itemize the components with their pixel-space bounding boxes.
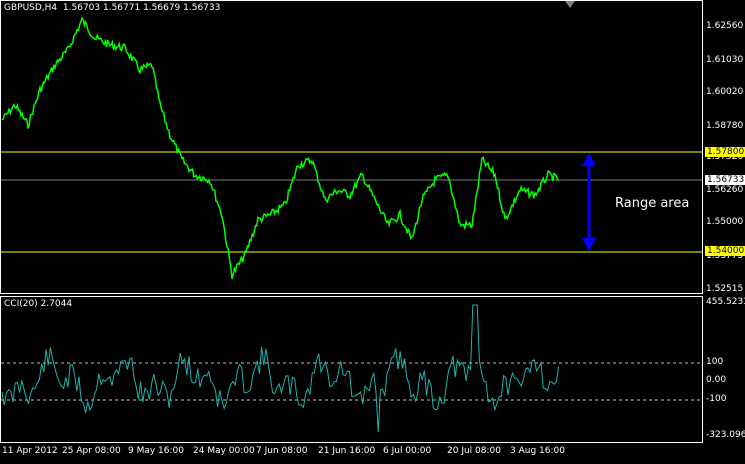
price-series-line (1, 16, 560, 280)
time-tick-label: 21 Jun 16:00 (318, 446, 376, 456)
cci-series-line (1, 304, 560, 433)
time-tick-label: 3 Aug 16:00 (510, 446, 565, 456)
time-tick-label: 7 Jun 08:00 (256, 446, 308, 456)
symbol-header: GBPUSD,H4 1.56703 1.56771 1.56679 1.5673… (4, 3, 220, 14)
ohlc-label: 1.56703 1.56771 1.56679 1.56733 (62, 3, 221, 13)
range-bottom-price-tag: 1.54000 (705, 246, 745, 256)
cci-line (1, 304, 560, 433)
cci-header: CCI(20) 2.7044 (4, 299, 72, 310)
cci-name-label: CCI(20) (4, 299, 38, 309)
chart-canvas[interactable] (0, 0, 745, 461)
cci-tick-label: 100 (706, 357, 724, 367)
symbol-label: GBPUSD,H4 (4, 3, 58, 13)
cci-tick-label: 455.5233 (706, 297, 745, 307)
time-tick-label: 20 Jul 08:00 (447, 446, 501, 456)
price-tick-label: 1.62560 (706, 21, 744, 31)
cci-value-label: 2.7044 (40, 299, 73, 309)
chart-shift-marker-icon[interactable] (565, 1, 575, 8)
cci-tick-label: 0.00 (706, 375, 727, 385)
cci-pane-frame (0, 296, 703, 443)
time-tick-label: 11 Apr 2012 (2, 446, 58, 456)
price-tick-label: 1.58780 (706, 121, 744, 131)
time-tick-label: 24 May 00:00 (193, 446, 255, 456)
time-tick-label: 9 May 16:00 (128, 446, 184, 456)
price-tick-label: 1.61030 (706, 55, 744, 65)
chart-window[interactable]: GBPUSD,H4 1.56703 1.56771 1.56679 1.5673… (0, 0, 745, 461)
price-tick-label: 1.55000 (706, 217, 744, 227)
price-tick-label: 1.52515 (706, 284, 744, 294)
time-tick-label: 6 Jul 00:00 (383, 446, 432, 456)
price-tick-label: 1.56260 (706, 185, 744, 195)
range-arrow-icon (582, 153, 596, 251)
price-tick-label: 1.60020 (706, 87, 744, 97)
range-top-price-tag: 1.57800 (705, 147, 745, 157)
cci-tick-label: -323.096 (706, 430, 745, 440)
price-line (1, 16, 560, 280)
time-tick-label: 25 Apr 08:00 (62, 446, 121, 456)
current-price-tag: 1.56733 (705, 175, 745, 185)
range-area-label: Range area (615, 196, 690, 211)
cci-tick-label: -100 (706, 394, 727, 404)
